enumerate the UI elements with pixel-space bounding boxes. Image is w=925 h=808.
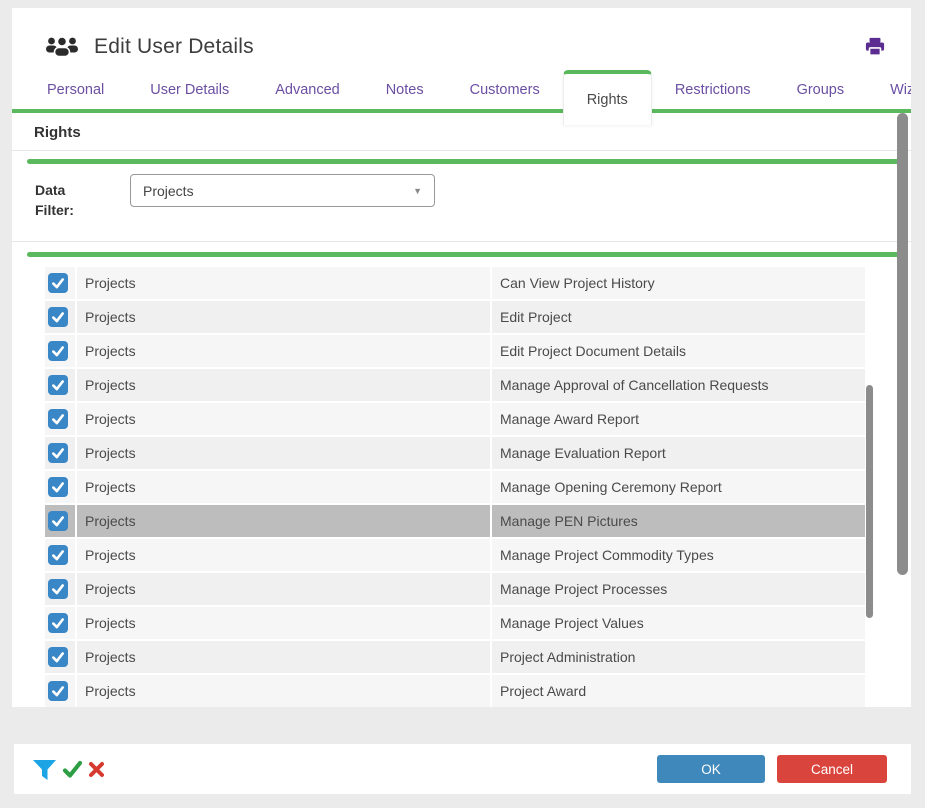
x-icon[interactable] bbox=[88, 761, 105, 778]
row-right-name: Manage Project Commodity Types bbox=[490, 539, 865, 571]
row-checkbox-cell bbox=[45, 573, 75, 605]
dialog-footer: OK Cancel bbox=[14, 744, 911, 794]
tab-advanced[interactable]: Advanced bbox=[252, 70, 363, 109]
row-checkbox-checked[interactable] bbox=[48, 579, 68, 599]
row-checkbox-cell bbox=[45, 539, 75, 571]
row-category: Projects bbox=[75, 505, 490, 537]
row-checkbox-cell bbox=[45, 301, 75, 333]
row-checkbox-cell bbox=[45, 437, 75, 469]
caret-down-icon: ▼ bbox=[413, 186, 422, 196]
row-right-name: Manage Approval of Cancellation Requests bbox=[490, 369, 865, 401]
tab-rights[interactable]: Rights bbox=[563, 70, 652, 125]
row-checkbox-checked[interactable] bbox=[48, 443, 68, 463]
rights-list-accent-bar bbox=[27, 252, 899, 257]
row-checkbox-checked[interactable] bbox=[48, 307, 68, 327]
row-checkbox-checked[interactable] bbox=[48, 613, 68, 633]
row-checkbox-cell bbox=[45, 505, 75, 537]
data-filter-dropdown[interactable]: Projects ▼ bbox=[130, 174, 435, 207]
tab-notes[interactable]: Notes bbox=[363, 70, 447, 109]
data-filter-label: Data Filter: bbox=[35, 174, 93, 220]
row-checkbox-checked[interactable] bbox=[48, 511, 68, 531]
row-right-name: Manage Project Processes bbox=[490, 573, 865, 605]
rights-table-row[interactable]: ProjectsManage Award Report bbox=[45, 403, 865, 435]
row-checkbox-cell bbox=[45, 471, 75, 503]
users-icon bbox=[44, 34, 80, 60]
rights-table-row[interactable]: ProjectsManage Evaluation Report bbox=[45, 437, 865, 469]
dialog-header: Edit User Details bbox=[12, 8, 911, 70]
row-checkbox-cell bbox=[45, 641, 75, 673]
rights-table-row[interactable]: ProjectsManage Project Values bbox=[45, 607, 865, 639]
row-category: Projects bbox=[75, 403, 490, 435]
row-category: Projects bbox=[75, 641, 490, 673]
tab-personal[interactable]: Personal bbox=[24, 70, 127, 109]
row-category: Projects bbox=[75, 539, 490, 571]
panel-scrollbar-thumb[interactable] bbox=[897, 113, 908, 575]
row-right-name: Manage Award Report bbox=[490, 403, 865, 435]
tab-user-details[interactable]: User Details bbox=[127, 70, 252, 109]
check-icon[interactable] bbox=[62, 760, 83, 779]
filter-funnel-icon[interactable] bbox=[32, 758, 57, 781]
rights-table-row[interactable]: ProjectsCan View Project History bbox=[45, 267, 865, 299]
data-filter-value: Projects bbox=[143, 183, 194, 199]
row-checkbox-checked[interactable] bbox=[48, 341, 68, 361]
rights-table-row[interactable]: ProjectsProject Administration bbox=[45, 641, 865, 673]
row-category: Projects bbox=[75, 369, 490, 401]
ok-button[interactable]: OK bbox=[657, 755, 765, 783]
page-title: Edit User Details bbox=[94, 35, 254, 59]
row-category: Projects bbox=[75, 573, 490, 605]
row-checkbox-checked[interactable] bbox=[48, 273, 68, 293]
row-category: Projects bbox=[75, 675, 490, 707]
row-category: Projects bbox=[75, 335, 490, 367]
row-right-name: Project Award bbox=[490, 675, 865, 707]
row-category: Projects bbox=[75, 607, 490, 639]
rights-list: ProjectsCan View Project HistoryProjects… bbox=[45, 267, 865, 707]
row-category: Projects bbox=[75, 437, 490, 469]
row-category: Projects bbox=[75, 301, 490, 333]
row-checkbox-cell bbox=[45, 267, 75, 299]
printer-icon[interactable] bbox=[864, 37, 886, 57]
cancel-button[interactable]: Cancel bbox=[777, 755, 887, 783]
row-right-name: Manage PEN Pictures bbox=[490, 505, 865, 537]
rights-table-row[interactable]: ProjectsManage Opening Ceremony Report bbox=[45, 471, 865, 503]
data-filter-row: Data Filter: Projects ▼ bbox=[12, 164, 911, 242]
edit-user-details-dialog: Edit User Details PersonalUser DetailsAd… bbox=[12, 8, 911, 707]
row-right-name: Project Administration bbox=[490, 641, 865, 673]
row-checkbox-cell bbox=[45, 403, 75, 435]
row-checkbox-cell bbox=[45, 607, 75, 639]
row-right-name: Edit Project bbox=[490, 301, 865, 333]
row-checkbox-cell bbox=[45, 369, 75, 401]
row-right-name: Can View Project History bbox=[490, 267, 865, 299]
tab-groups[interactable]: Groups bbox=[774, 70, 868, 109]
row-checkbox-checked[interactable] bbox=[48, 477, 68, 497]
row-checkbox-checked[interactable] bbox=[48, 647, 68, 667]
tab-bar: PersonalUser DetailsAdvancedNotesCustome… bbox=[12, 70, 911, 113]
section-heading: Rights bbox=[12, 113, 911, 151]
rights-table-row[interactable]: ProjectsProject Award bbox=[45, 675, 865, 707]
row-checkbox-checked[interactable] bbox=[48, 409, 68, 429]
row-checkbox-checked[interactable] bbox=[48, 375, 68, 395]
rights-table-row[interactable]: ProjectsEdit Project Document Details bbox=[45, 335, 865, 367]
row-category: Projects bbox=[75, 267, 490, 299]
rights-table-row[interactable]: ProjectsEdit Project bbox=[45, 301, 865, 333]
tab-customers[interactable]: Customers bbox=[447, 70, 563, 109]
row-right-name: Manage Project Values bbox=[490, 607, 865, 639]
rights-table-row[interactable]: ProjectsManage Approval of Cancellation … bbox=[45, 369, 865, 401]
row-checkbox-checked[interactable] bbox=[48, 681, 68, 701]
row-category: Projects bbox=[75, 471, 490, 503]
row-checkbox-checked[interactable] bbox=[48, 545, 68, 565]
row-right-name: Edit Project Document Details bbox=[490, 335, 865, 367]
tab-wizards[interactable]: Wizards bbox=[867, 70, 911, 109]
row-right-name: Manage Opening Ceremony Report bbox=[490, 471, 865, 503]
row-checkbox-cell bbox=[45, 335, 75, 367]
footer-icon-group bbox=[32, 758, 105, 781]
tab-restrictions[interactable]: Restrictions bbox=[652, 70, 774, 109]
list-scrollbar-thumb[interactable] bbox=[866, 385, 873, 618]
rights-table-row[interactable]: ProjectsManage PEN Pictures bbox=[45, 505, 865, 537]
rights-table-row[interactable]: ProjectsManage Project Processes bbox=[45, 573, 865, 605]
row-checkbox-cell bbox=[45, 675, 75, 707]
row-right-name: Manage Evaluation Report bbox=[490, 437, 865, 469]
rights-table-row[interactable]: ProjectsManage Project Commodity Types bbox=[45, 539, 865, 571]
